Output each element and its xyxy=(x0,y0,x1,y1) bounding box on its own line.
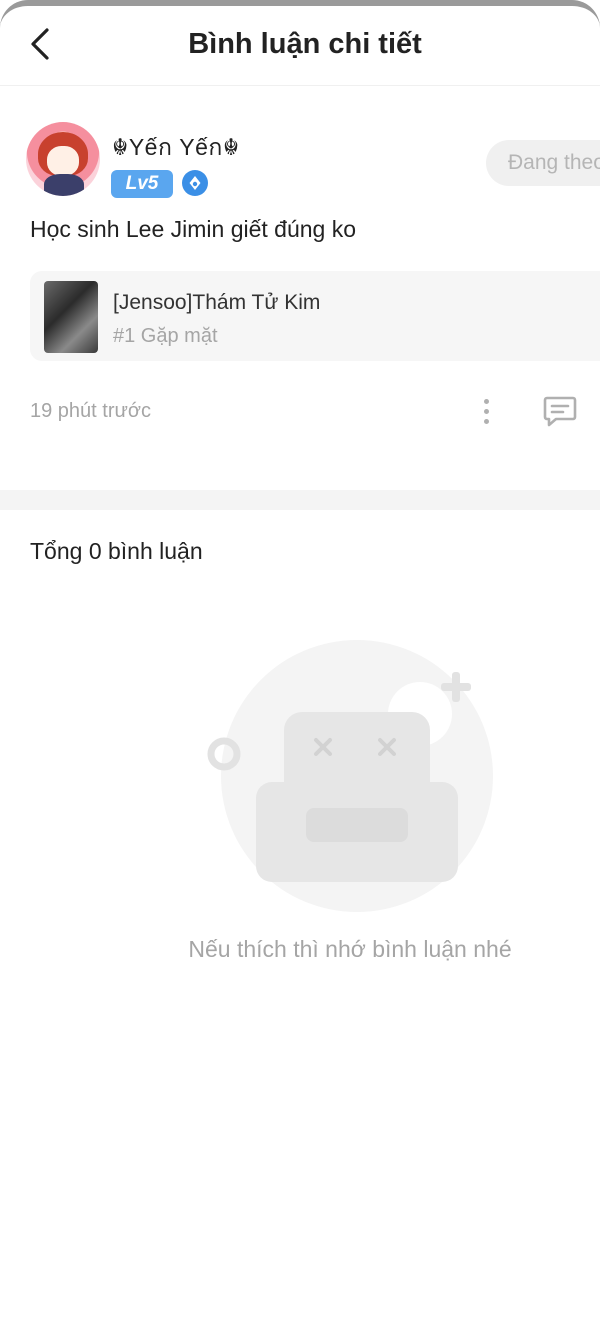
verified-badge-icon xyxy=(182,170,208,196)
level-badge: Lv5 xyxy=(111,170,173,198)
reply-button[interactable] xyxy=(542,394,578,428)
section-divider xyxy=(0,490,600,510)
top-bar: Bình luận chi tiết xyxy=(0,6,600,86)
book-cover xyxy=(44,281,98,353)
avatar[interactable] xyxy=(26,122,100,196)
post-timestamp: 19 phút trước xyxy=(30,400,152,422)
more-options-button[interactable] xyxy=(472,394,500,428)
comment-count: Tổng 0 bình luận xyxy=(30,538,203,564)
book-title: [Jensoo]Thám Tử Kim xyxy=(113,291,321,314)
screen: Bình luận chi tiết ☬Yếก Yếก☬ Lv5 Đang th… xyxy=(0,0,600,1334)
username[interactable]: ☬Yếก Yếก☬ xyxy=(112,130,240,166)
follow-button[interactable]: Đang theo dõi xyxy=(486,140,600,186)
more-dots-icon xyxy=(483,398,489,404)
comment-icon xyxy=(543,396,577,427)
empty-sofa-illustration xyxy=(207,640,493,912)
book-chapter: #1 Gặp mặt xyxy=(113,325,218,347)
post-content: Học sinh Lee Jimin giết đúng ko xyxy=(30,216,357,242)
book-card[interactable]: [Jensoo]Thám Tử Kim #1 Gặp mặt xyxy=(30,271,600,361)
empty-state-text: Nếu thích thì nhớ bình luận nhé xyxy=(188,936,512,962)
page-title: Bình luận chi tiết xyxy=(188,28,422,60)
